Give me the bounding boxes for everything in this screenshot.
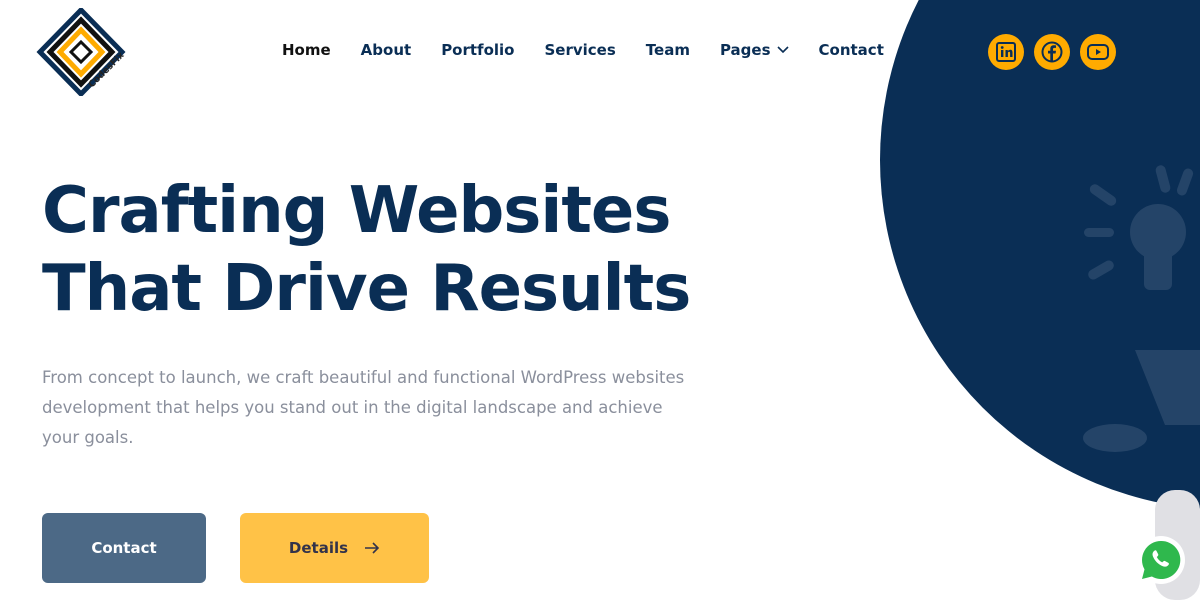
- hero-title-line-2: That Drive Results: [42, 252, 691, 326]
- codesfix-logo: CodesFix: [36, 8, 126, 96]
- contact-button[interactable]: Contact: [42, 513, 206, 583]
- nav-portfolio[interactable]: Portfolio: [441, 41, 514, 59]
- whatsapp-button[interactable]: [1137, 536, 1185, 584]
- nav-team[interactable]: Team: [646, 41, 690, 59]
- linkedin-icon[interactable]: [988, 34, 1024, 70]
- arrow-right-icon: [365, 542, 380, 554]
- details-button[interactable]: Details: [240, 513, 429, 583]
- hero-title-line-1: Crafting Websites: [42, 174, 671, 248]
- nav-home[interactable]: Home: [282, 41, 331, 59]
- social-links: [988, 34, 1116, 70]
- whatsapp-icon: [1142, 540, 1181, 579]
- nav-pages-label: Pages: [719, 41, 771, 59]
- youtube-icon[interactable]: [1080, 34, 1116, 70]
- facebook-icon[interactable]: [1034, 34, 1070, 70]
- chevron-down-icon: [776, 46, 789, 54]
- hero-description: From concept to launch, we craft beautif…: [42, 368, 685, 447]
- lightbulb-illustration: [1083, 165, 1200, 600]
- nav-contact[interactable]: Contact: [819, 41, 884, 59]
- nav-about[interactable]: About: [361, 41, 412, 59]
- nav-pages[interactable]: Pages: [720, 41, 789, 59]
- hero-title: Crafting Websites That Drive Results: [42, 172, 742, 328]
- main-nav: Home About Portfolio Services Team Pages…: [282, 41, 884, 59]
- nav-services[interactable]: Services: [544, 41, 615, 59]
- details-button-label: Details: [288, 539, 349, 557]
